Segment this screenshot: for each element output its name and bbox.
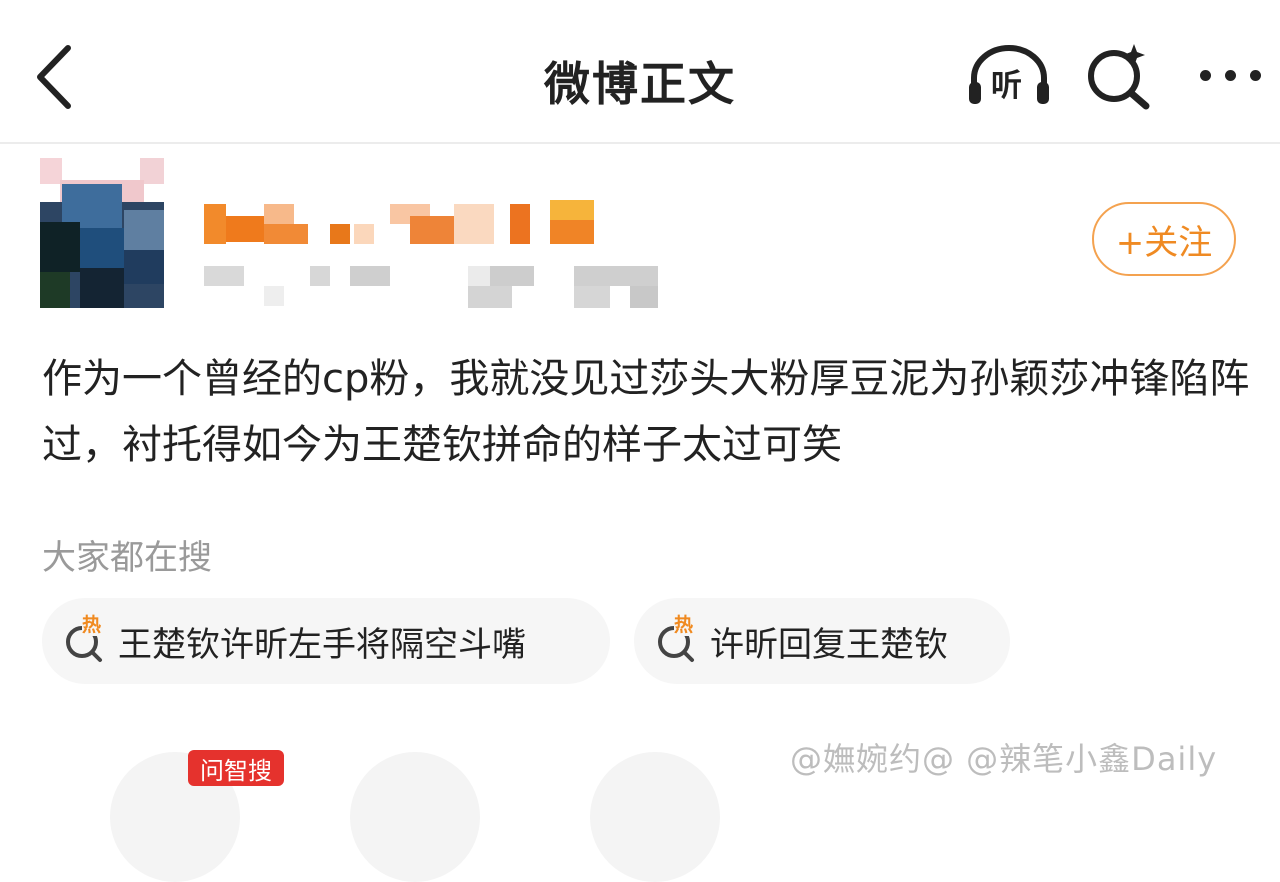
trending-chip-text: 王楚钦许昕左手将隔空斗嘴 [118, 624, 526, 665]
search-sparkle-icon [1088, 44, 1150, 110]
trending-chip[interactable]: 热 许昕回复王楚钦 [634, 598, 1010, 684]
trending-label: 大家都在搜 [42, 538, 212, 578]
listen-button[interactable]: 听 [964, 40, 1054, 112]
more-button[interactable] [1194, 56, 1268, 96]
more-dot-icon [1250, 70, 1261, 81]
hot-search-icon: 热 [654, 614, 700, 664]
author-avatar[interactable] [40, 158, 164, 308]
action-circle[interactable] [590, 752, 720, 882]
trending-chip[interactable]: 热 王楚钦许昕左手将隔空斗嘴 [42, 598, 610, 684]
hot-label: 热 [82, 614, 102, 636]
more-dot-icon [1200, 70, 1211, 81]
post-text: 作为一个曾经的cp粉，我就没见过莎头大粉厚豆泥为孙颖莎冲锋陷阵过，衬托得如今为王… [42, 356, 1250, 468]
post-meta [204, 262, 664, 308]
listen-label: 听 [991, 68, 1022, 104]
author-name[interactable] [204, 196, 604, 248]
trending-chip-text: 许昕回复王楚钦 [710, 624, 948, 665]
watermark: @嫵婉约@ @辣笔小鑫Daily [790, 740, 1218, 778]
hot-label: 热 [674, 614, 694, 636]
action-circle[interactable] [350, 752, 480, 882]
hot-search-icon: 热 [62, 614, 108, 664]
top-bar: 微博正文 听 [0, 0, 1280, 144]
search-button[interactable] [1082, 40, 1158, 112]
follow-button[interactable]: +关注 [1092, 202, 1236, 276]
ai-search-badge[interactable]: 问智搜 [188, 750, 284, 786]
more-dot-icon [1225, 70, 1236, 81]
